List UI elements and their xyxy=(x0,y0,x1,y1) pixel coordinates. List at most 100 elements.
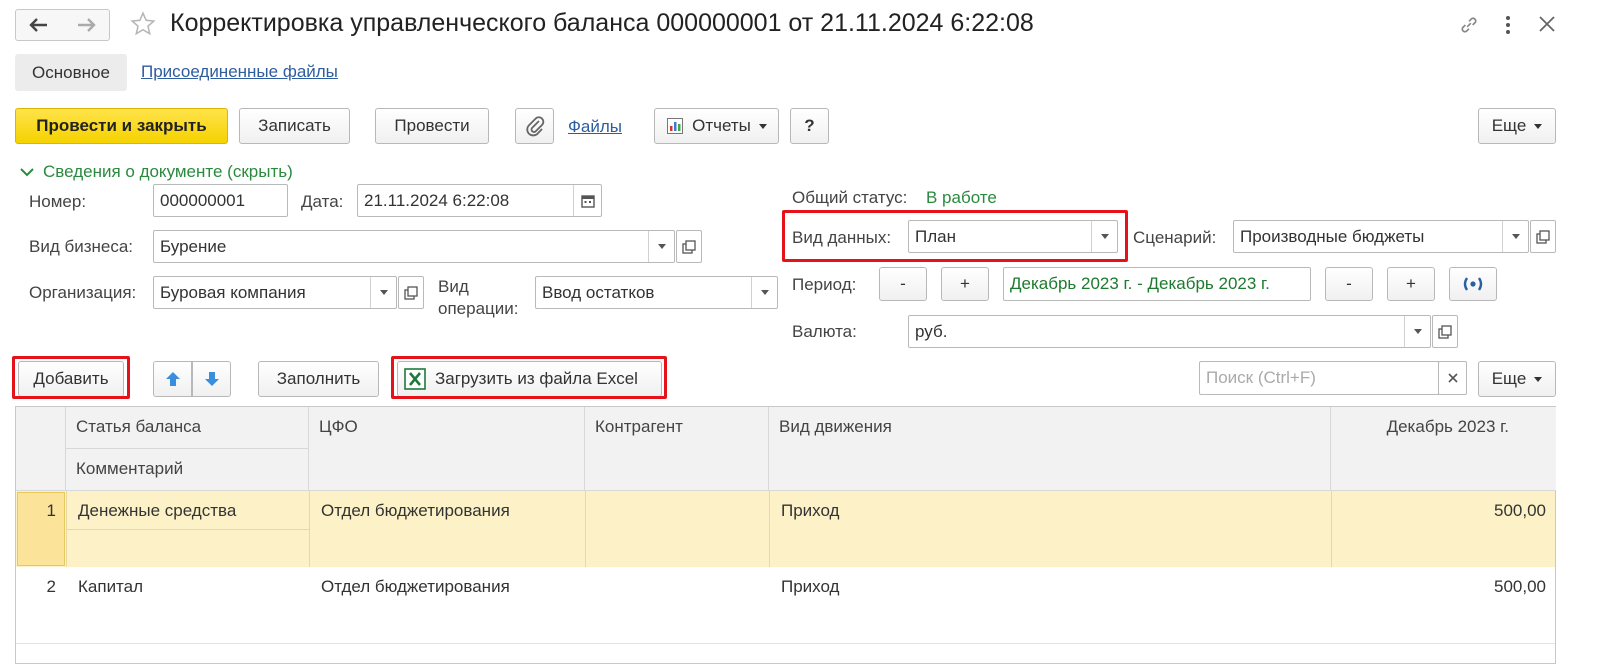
load-excel-button[interactable]: Загрузить из файла Excel xyxy=(397,361,662,397)
scenario-open-button[interactable] xyxy=(1530,220,1556,253)
header-row-number xyxy=(16,407,66,491)
currency-field[interactable]: руб. xyxy=(908,315,1431,348)
organization-dropdown-icon[interactable] xyxy=(370,277,396,308)
header-period[interactable]: Декабрь 2023 г. xyxy=(1331,407,1556,491)
business-value: Бурение xyxy=(160,236,227,256)
cell-cfo[interactable]: Отдел бюджетирования xyxy=(311,567,520,607)
more-button[interactable]: Еще xyxy=(1478,108,1556,144)
row-number: 1 xyxy=(46,501,56,520)
header-article[interactable]: Статья баланса xyxy=(66,407,309,449)
move-up-button[interactable] xyxy=(153,361,192,397)
favorite-star-icon[interactable] xyxy=(130,11,156,42)
post-button[interactable]: Провести xyxy=(375,108,489,144)
load-excel-label: Загрузить из файла Excel xyxy=(435,369,638,388)
date-value: 21.11.2024 6:22:08 xyxy=(364,190,510,210)
balance-table: Статья баланса Комментарий ЦФО Контраген… xyxy=(15,406,1556,664)
business-open-button[interactable] xyxy=(676,230,702,263)
business-dropdown-icon[interactable] xyxy=(648,231,674,262)
period-shift-plus-button[interactable]: + xyxy=(1387,267,1435,301)
number-value: 000000001 xyxy=(160,190,246,210)
search-clear-button[interactable] xyxy=(1438,361,1467,395)
reports-button[interactable]: Отчеты xyxy=(654,108,779,144)
link-icon[interactable] xyxy=(1458,14,1480,41)
table-more-button[interactable]: Еще xyxy=(1478,361,1556,397)
organization-value: Буровая компания xyxy=(160,282,306,302)
period-plus-button[interactable]: + xyxy=(941,267,989,301)
datatype-field[interactable]: План xyxy=(908,220,1118,253)
cell-counterparty[interactable] xyxy=(587,491,607,511)
period-field[interactable]: Декабрь 2023 г. - Декабрь 2023 г. xyxy=(1003,267,1311,301)
arrow-right-icon xyxy=(77,18,96,32)
add-row-button[interactable]: Добавить xyxy=(18,361,124,397)
report-icon xyxy=(667,118,684,134)
header-counterparty[interactable]: Контрагент xyxy=(585,407,769,491)
open-icon xyxy=(404,285,418,300)
cell-cfo[interactable]: Отдел бюджетирования xyxy=(311,491,520,531)
calendar-icon xyxy=(580,194,595,208)
currency-open-button[interactable] xyxy=(1432,315,1458,348)
cell-amount[interactable]: 500,00 xyxy=(1331,491,1556,531)
move-down-button[interactable] xyxy=(192,361,231,397)
attach-button[interactable] xyxy=(515,108,554,144)
period-label: Период: xyxy=(792,275,857,294)
document-info-toggle[interactable]: Сведения о документе (скрыть) xyxy=(19,162,293,182)
table-more-label: Еще xyxy=(1491,369,1527,388)
close-icon[interactable] xyxy=(1537,14,1557,39)
business-label: Вид бизнеса: xyxy=(29,237,134,256)
scenario-label: Сценарий: xyxy=(1133,228,1217,247)
operation-dropdown-icon[interactable] xyxy=(751,277,777,308)
datatype-dropdown-icon[interactable] xyxy=(1091,221,1117,252)
header-movement[interactable]: Вид движения xyxy=(769,407,1331,491)
number-field[interactable]: 000000001 xyxy=(153,184,288,217)
clear-icon xyxy=(1447,373,1458,383)
period-minus-button[interactable]: - xyxy=(879,267,927,301)
organization-field[interactable]: Буровая компания xyxy=(153,276,397,309)
search-placeholder: Поиск (Ctrl+F) xyxy=(1206,368,1316,387)
scenario-field[interactable]: Производные бюджеты xyxy=(1233,220,1529,253)
period-select-button[interactable] xyxy=(1449,267,1497,301)
business-field[interactable]: Бурение xyxy=(153,230,675,263)
files-link[interactable]: Файлы xyxy=(568,117,622,137)
tab-main[interactable]: Основное xyxy=(15,54,127,91)
cell-counterparty[interactable] xyxy=(587,567,607,587)
period-shift-minus-button[interactable]: - xyxy=(1325,267,1373,301)
cell-article[interactable]: Капитал xyxy=(68,567,153,607)
currency-dropdown-icon[interactable] xyxy=(1404,316,1430,347)
cell-article[interactable]: Денежные средства xyxy=(68,491,246,531)
forward-button[interactable] xyxy=(62,9,110,41)
row-number: 2 xyxy=(46,577,56,596)
reports-label: Отчеты xyxy=(692,116,751,135)
fill-button[interactable]: Заполнить xyxy=(258,361,379,397)
scenario-dropdown-icon[interactable] xyxy=(1502,221,1528,252)
operation-label-line1: Вид xyxy=(438,277,469,296)
currency-label: Валюта: xyxy=(792,322,857,341)
organization-label: Организация: xyxy=(29,283,137,302)
help-button[interactable]: ? xyxy=(790,108,829,144)
cell-amount[interactable]: 500,00 xyxy=(1331,567,1556,607)
page-title: Корректировка управленческого баланса 00… xyxy=(170,9,1034,37)
tab-attached-files[interactable]: Присоединенные файлы xyxy=(141,62,338,82)
currency-value: руб. xyxy=(915,321,948,341)
chevron-down-icon xyxy=(20,168,34,177)
open-icon xyxy=(1536,229,1550,244)
save-button[interactable]: Записать xyxy=(239,108,350,144)
search-input[interactable]: Поиск (Ctrl+F) xyxy=(1199,361,1439,395)
header-comment[interactable]: Комментарий xyxy=(66,449,309,491)
calendar-button[interactable] xyxy=(573,185,601,216)
back-button[interactable] xyxy=(15,9,63,41)
datatype-value: План xyxy=(915,226,956,246)
cell-movement[interactable]: Приход xyxy=(771,491,849,531)
status-label: Общий статус: xyxy=(792,188,908,207)
organization-open-button[interactable] xyxy=(398,276,424,309)
document-info-toggle-label: Сведения о документе (скрыть) xyxy=(43,162,293,181)
operation-field[interactable]: Ввод остатков xyxy=(535,276,778,309)
operation-label-line2: операции: xyxy=(438,299,519,318)
cell-movement[interactable]: Приход xyxy=(771,567,849,607)
arrow-down-icon xyxy=(204,372,219,386)
date-label: Дата: xyxy=(301,192,344,211)
date-field[interactable]: 21.11.2024 6:22:08 xyxy=(357,184,602,217)
operation-value: Ввод остатков xyxy=(542,282,655,302)
header-cfo[interactable]: ЦФО xyxy=(309,407,585,491)
post-and-close-button[interactable]: Провести и закрыть xyxy=(15,108,228,144)
more-menu-icon[interactable] xyxy=(1500,14,1516,41)
